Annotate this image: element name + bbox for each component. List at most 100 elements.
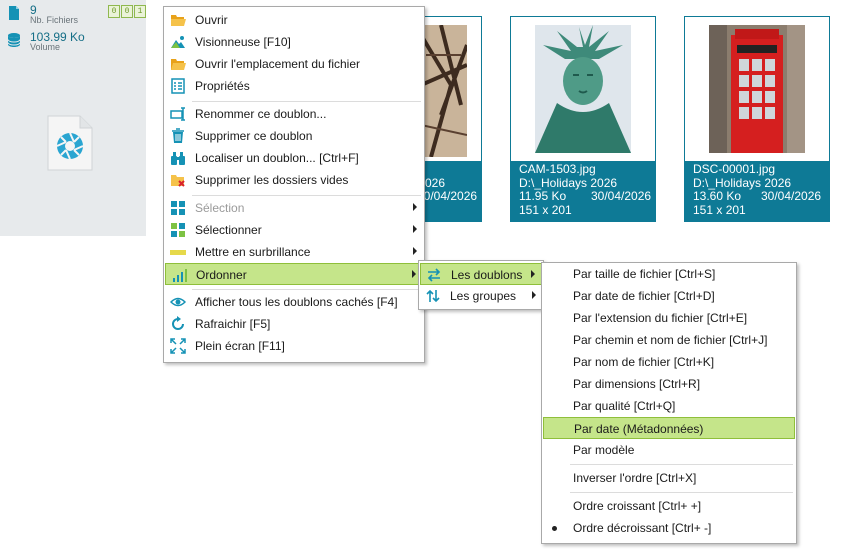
menu-item-label: Afficher tous les doublons cachés [F4] <box>195 295 398 309</box>
fullscreen-icon <box>170 338 186 354</box>
order-ascending[interactable]: Ordre croissant [Ctrl+ +] <box>543 495 795 517</box>
menu-item-open-location[interactable]: Ouvrir l'emplacement du fichier <box>165 53 423 75</box>
file-date-row: 30/04/2026 <box>417 189 477 204</box>
badge-digit: 0 <box>121 5 133 18</box>
badge-digit: 0 <box>108 5 120 18</box>
select-grid-icon <box>171 223 185 237</box>
menu-item-label: Par taille de fichier [Ctrl+S] <box>573 267 716 281</box>
reverse-order[interactable]: Inverser l'ordre [Ctrl+X] <box>543 467 795 489</box>
thumbnail-image-area <box>511 17 655 161</box>
file-path: D:\_Holidays 2026 <box>693 175 792 190</box>
bar-chart-icon <box>173 269 187 282</box>
volume-label: Volume <box>30 42 61 52</box>
thumbnail-caption: CAM-1503.jpg D:\_Holidays 2026 11.95 Ko 3… <box>519 162 651 217</box>
phone-booth-photo <box>709 25 805 153</box>
sort-by-extension[interactable]: Par l'extension du fichier [Ctrl+E] <box>543 307 795 329</box>
menu-item-label: Inverser l'ordre [Ctrl+X] <box>573 471 697 485</box>
menu-item-locate[interactable]: Localiser un doublon... [Ctrl+F] <box>165 147 423 169</box>
sort-by-metadata-date[interactable]: Par date (Métadonnées) <box>543 417 795 439</box>
file-path: D:\_Holidays 2026 <box>519 175 618 190</box>
file-dimensions: 151 x 201 <box>519 202 572 217</box>
submenu-arrow-icon <box>412 270 416 278</box>
file-size: 11.95 Ko <box>519 189 567 203</box>
thumbnail-card[interactable]: CAM-1503.jpg D:\_Holidays 2026 11.95 Ko 3… <box>510 16 656 222</box>
menu-item-rename[interactable]: Renommer ce doublon... <box>165 103 423 125</box>
menu-item-label: Rafraichir [F5] <box>195 317 271 331</box>
submenu-arrow-icon <box>531 270 535 278</box>
menu-item-label: Ordre croissant [Ctrl+ +] <box>573 499 702 513</box>
properties-icon <box>171 78 185 94</box>
sort-by-dimensions[interactable]: Par dimensions [Ctrl+R] <box>543 373 795 395</box>
tree-photo <box>421 25 467 157</box>
menu-item-delete[interactable]: Supprimer ce doublon <box>165 125 423 147</box>
highlight-icon <box>170 250 186 255</box>
thumbnail-card[interactable]: DSC-00001.jpg D:\_Holidays 2026 13.60 Ko… <box>684 16 830 222</box>
menu-item-refresh[interactable]: Rafraichir [F5] <box>165 313 423 335</box>
thumbnail-caption: 026 30/04/2026 <box>417 163 477 204</box>
file-date: 30/04/2026 <box>417 189 478 203</box>
menu-item-label: Par modèle <box>573 443 635 457</box>
menu-item-label: Par date (Métadonnées) <box>574 422 704 436</box>
menu-separator <box>570 492 793 493</box>
sort-by-file-name[interactable]: Par nom de fichier [Ctrl+K] <box>543 351 795 373</box>
menu-item-open[interactable]: Ouvrir <box>165 9 423 31</box>
menu-item-label: Par nom de fichier [Ctrl+K] <box>573 355 715 369</box>
file-name: DSC-00001.jpg <box>693 162 776 176</box>
menu-item-label: Ouvrir <box>195 13 228 27</box>
delete-folder-icon <box>171 175 185 187</box>
menu-separator <box>570 464 793 465</box>
file-size-date-row: 11.95 Ko 30/04/2026 <box>519 189 651 204</box>
context-menu: Ouvrir Visionneuse [F10] Ouvrir l'emplac… <box>163 6 425 363</box>
rename-icon <box>170 107 185 121</box>
menu-item-sort[interactable]: Ordonner <box>165 263 423 285</box>
refresh-icon <box>172 316 184 330</box>
menu-separator <box>192 289 421 290</box>
menu-item-properties[interactable]: Propriétés <box>165 75 423 97</box>
submenu-arrow-icon <box>532 291 536 299</box>
eye-icon <box>170 297 186 307</box>
file-name <box>425 163 477 177</box>
menu-item-show-hidden[interactable]: Afficher tous les doublons cachés [F4] <box>165 291 423 313</box>
menu-item-label: Plein écran [F11] <box>195 339 285 353</box>
sort-by-file-size[interactable]: Par taille de fichier [Ctrl+S] <box>543 263 795 285</box>
folder-open-icon <box>171 15 186 26</box>
submenu-arrow-icon <box>413 247 417 255</box>
menu-item-delete-empty-folders[interactable]: Supprimer les dossiers vides <box>165 169 423 191</box>
database-icon <box>7 33 21 47</box>
order-descending[interactable]: Ordre décroissant [Ctrl+ -] <box>543 517 795 539</box>
menu-item-label: Supprimer ce doublon <box>195 129 313 143</box>
file-dimensions: 151 x 201 <box>693 202 746 217</box>
menu-separator <box>192 195 421 196</box>
menu-item-fullscreen[interactable]: Plein écran [F11] <box>165 335 423 357</box>
menu-item-selection: Sélection <box>165 197 423 219</box>
menu-separator <box>192 101 421 102</box>
menu-item-label: Mettre en surbrillance <box>195 245 311 259</box>
sort-options-menu: Par taille de fichier [Ctrl+S] Par date … <box>541 262 797 544</box>
submenu-arrow-icon <box>413 225 417 233</box>
file-date: 30/04/2026 <box>761 189 822 203</box>
file-path: 026 <box>425 175 446 190</box>
menu-item-viewer[interactable]: Visionneuse [F10] <box>165 31 423 53</box>
menu-item-label: Les doublons <box>451 268 523 282</box>
sort-by-path-name[interactable]: Par chemin et nom de fichier [Ctrl+J] <box>543 329 795 351</box>
menu-item-label: Renommer ce doublon... <box>195 107 327 121</box>
image-file-icon <box>47 115 93 171</box>
sort-by-quality[interactable]: Par qualité [Ctrl+Q] <box>543 395 795 417</box>
file-name: CAM-1503.jpg <box>519 162 596 176</box>
menu-item-label: Par l'extension du fichier [Ctrl+E] <box>573 311 748 325</box>
sort-by-model[interactable]: Par modèle <box>543 439 795 461</box>
menu-item-label: Visionneuse [F10] <box>195 35 291 49</box>
menu-item-label: Supprimer les dossiers vides <box>195 173 349 187</box>
sort-by-file-date[interactable]: Par date de fichier [Ctrl+D] <box>543 285 795 307</box>
file-size: 13.60 Ko <box>693 189 742 203</box>
submenu-arrow-icon <box>413 203 417 211</box>
submenu-item-duplicates[interactable]: Les doublons <box>420 263 542 285</box>
menu-item-label: Par qualité [Ctrl+Q] <box>573 399 676 413</box>
submenu-item-groups[interactable]: Les groupes <box>420 285 542 307</box>
menu-item-label: Ordonner <box>196 268 247 282</box>
selection-counter-badge: 0 0 1 <box>108 5 146 18</box>
menu-item-highlight[interactable]: Mettre en surbrillance <box>165 241 423 263</box>
menu-item-select[interactable]: Sélectionner <box>165 219 423 241</box>
menu-item-label: Ouvrir l'emplacement du fichier <box>195 57 361 71</box>
stats-panel: 9 Nb. Fichiers 0 0 1 103.99 Ko Volume <box>0 0 146 236</box>
